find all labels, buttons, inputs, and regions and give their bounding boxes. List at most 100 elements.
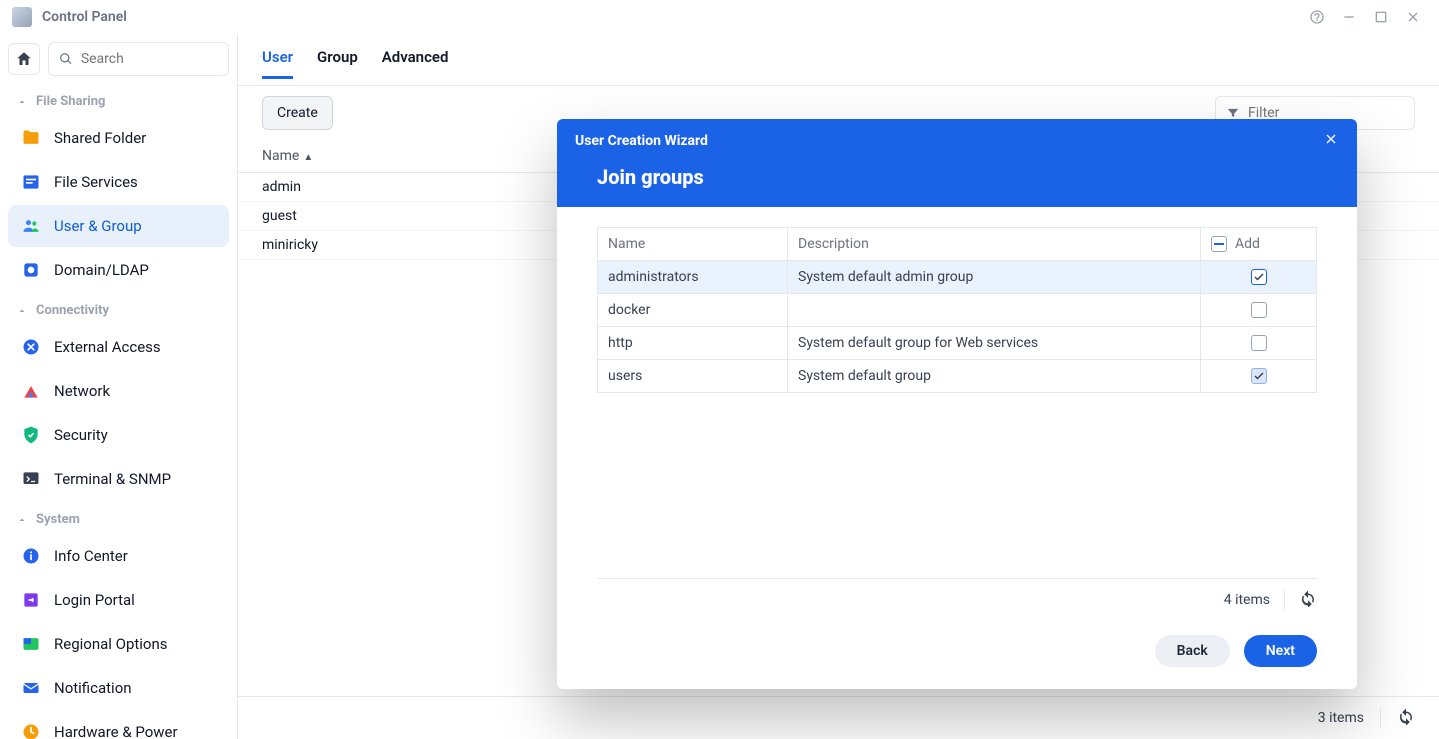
hardware-icon bbox=[20, 721, 42, 739]
group-description: System default group bbox=[788, 360, 1201, 392]
sidebar-item-login-portal[interactable]: Login Portal bbox=[8, 579, 229, 621]
sidebar-item-user-group[interactable]: User & Group bbox=[8, 205, 229, 247]
group-description: System default group for Web services bbox=[788, 327, 1201, 359]
tab-advanced[interactable]: Advanced bbox=[382, 48, 449, 79]
login-portal-icon bbox=[20, 589, 42, 611]
sidebar: File Sharing Shared Folder File Services… bbox=[0, 34, 238, 739]
sidebar-item-security[interactable]: Security bbox=[8, 414, 229, 456]
close-icon[interactable] bbox=[1399, 3, 1427, 31]
domain-icon bbox=[20, 259, 42, 281]
modal-close-button[interactable] bbox=[1323, 131, 1339, 151]
user-creation-wizard-modal: User Creation Wizard Join groups Name De… bbox=[557, 119, 1357, 689]
chevron-up-icon bbox=[16, 96, 28, 108]
help-icon[interactable] bbox=[1303, 3, 1331, 31]
col-add-label: Add bbox=[1235, 236, 1260, 252]
modal-footer: Back Next bbox=[557, 621, 1357, 689]
groups-refresh-button[interactable] bbox=[1299, 589, 1317, 611]
group-checkbox[interactable] bbox=[1251, 368, 1267, 384]
sidebar-item-network[interactable]: Network bbox=[8, 370, 229, 412]
notification-icon bbox=[20, 677, 42, 699]
section-system[interactable]: System bbox=[8, 502, 229, 533]
shield-icon bbox=[20, 424, 42, 446]
sidebar-item-notification[interactable]: Notification bbox=[8, 667, 229, 709]
group-row[interactable]: httpSystem default group for Web service… bbox=[598, 327, 1316, 360]
sidebar-item-label: Regional Options bbox=[54, 635, 168, 653]
section-label: System bbox=[36, 512, 80, 527]
sort-asc-icon: ▲ bbox=[303, 152, 313, 163]
main-area: User Group Advanced Create Name▲ Status … bbox=[238, 34, 1439, 739]
create-button[interactable]: Create bbox=[262, 96, 333, 130]
sidebar-item-info-center[interactable]: Info Center bbox=[8, 535, 229, 577]
select-all-checkbox[interactable] bbox=[1211, 236, 1227, 252]
title-bar: Control Panel bbox=[0, 0, 1439, 34]
group-checkbox[interactable] bbox=[1251, 269, 1267, 285]
sidebar-item-label: User & Group bbox=[54, 217, 142, 235]
group-name: http bbox=[598, 327, 788, 359]
sidebar-item-hardware-power[interactable]: Hardware & Power bbox=[8, 711, 229, 739]
group-add-cell bbox=[1201, 261, 1316, 293]
group-description bbox=[788, 294, 1201, 326]
network-icon bbox=[20, 380, 42, 402]
group-name: administrators bbox=[598, 261, 788, 293]
sidebar-item-label: Security bbox=[54, 426, 108, 444]
maximize-icon[interactable] bbox=[1367, 3, 1395, 31]
file-services-icon bbox=[20, 171, 42, 193]
group-checkbox[interactable] bbox=[1251, 335, 1267, 351]
group-row[interactable]: docker bbox=[598, 294, 1316, 327]
sidebar-item-terminal-snmp[interactable]: Terminal & SNMP bbox=[8, 458, 229, 500]
tabs: User Group Advanced bbox=[238, 34, 1439, 86]
home-button[interactable] bbox=[8, 43, 40, 75]
next-button[interactable]: Next bbox=[1244, 635, 1317, 667]
col-add[interactable]: Add bbox=[1201, 228, 1316, 260]
sidebar-item-label: Shared Folder bbox=[54, 129, 146, 147]
window-title: Control Panel bbox=[42, 9, 127, 25]
search-input[interactable] bbox=[48, 42, 229, 76]
table-footer: 3 items bbox=[238, 696, 1439, 739]
sidebar-item-label: Info Center bbox=[54, 547, 128, 565]
sidebar-item-file-services[interactable]: File Services bbox=[8, 161, 229, 203]
app-icon bbox=[12, 7, 32, 27]
search-icon bbox=[59, 51, 73, 67]
tab-group[interactable]: Group bbox=[317, 48, 358, 79]
info-icon bbox=[20, 545, 42, 567]
sidebar-item-label: File Services bbox=[54, 173, 138, 191]
groups-footer: 4 items bbox=[597, 578, 1317, 621]
section-label: File Sharing bbox=[36, 94, 105, 109]
sidebar-item-external-access[interactable]: External Access bbox=[8, 326, 229, 368]
minimize-icon[interactable] bbox=[1335, 3, 1363, 31]
sidebar-item-label: Notification bbox=[54, 679, 132, 697]
group-add-cell bbox=[1201, 360, 1316, 392]
group-checkbox[interactable] bbox=[1251, 302, 1267, 318]
sidebar-item-label: Terminal & SNMP bbox=[54, 470, 171, 488]
chevron-up-icon bbox=[16, 514, 28, 526]
col-name[interactable]: Name bbox=[598, 228, 788, 260]
groups-table: Name Description Add administratorsSyste… bbox=[597, 227, 1317, 393]
section-label: Connectivity bbox=[36, 303, 109, 318]
sidebar-item-shared-folder[interactable]: Shared Folder bbox=[8, 117, 229, 159]
group-row[interactable]: usersSystem default group bbox=[598, 360, 1316, 393]
sidebar-item-label: Domain/LDAP bbox=[54, 261, 149, 279]
group-add-cell bbox=[1201, 294, 1316, 326]
sidebar-item-label: Hardware & Power bbox=[54, 723, 178, 739]
group-row[interactable]: administratorsSystem default admin group bbox=[598, 261, 1316, 294]
sidebar-item-domain-ldap[interactable]: Domain/LDAP bbox=[8, 249, 229, 291]
sidebar-item-label: External Access bbox=[54, 338, 161, 356]
group-add-cell bbox=[1201, 327, 1316, 359]
section-file-sharing[interactable]: File Sharing bbox=[8, 84, 229, 115]
refresh-button[interactable] bbox=[1397, 707, 1415, 729]
modal-title: User Creation Wizard bbox=[575, 133, 708, 149]
modal-header: User Creation Wizard Join groups bbox=[557, 119, 1357, 207]
chevron-up-icon bbox=[16, 305, 28, 317]
search-field[interactable] bbox=[81, 51, 218, 67]
sidebar-item-label: Login Portal bbox=[54, 591, 135, 609]
item-count: 3 items bbox=[1318, 710, 1364, 726]
col-description[interactable]: Description bbox=[788, 228, 1201, 260]
folder-icon bbox=[20, 127, 42, 149]
groups-count: 4 items bbox=[1224, 592, 1270, 608]
tab-user[interactable]: User bbox=[262, 48, 293, 79]
back-button[interactable]: Back bbox=[1155, 635, 1230, 667]
sidebar-item-regional-options[interactable]: Regional Options bbox=[8, 623, 229, 665]
section-connectivity[interactable]: Connectivity bbox=[8, 293, 229, 324]
user-group-icon bbox=[20, 215, 42, 237]
external-access-icon bbox=[20, 336, 42, 358]
